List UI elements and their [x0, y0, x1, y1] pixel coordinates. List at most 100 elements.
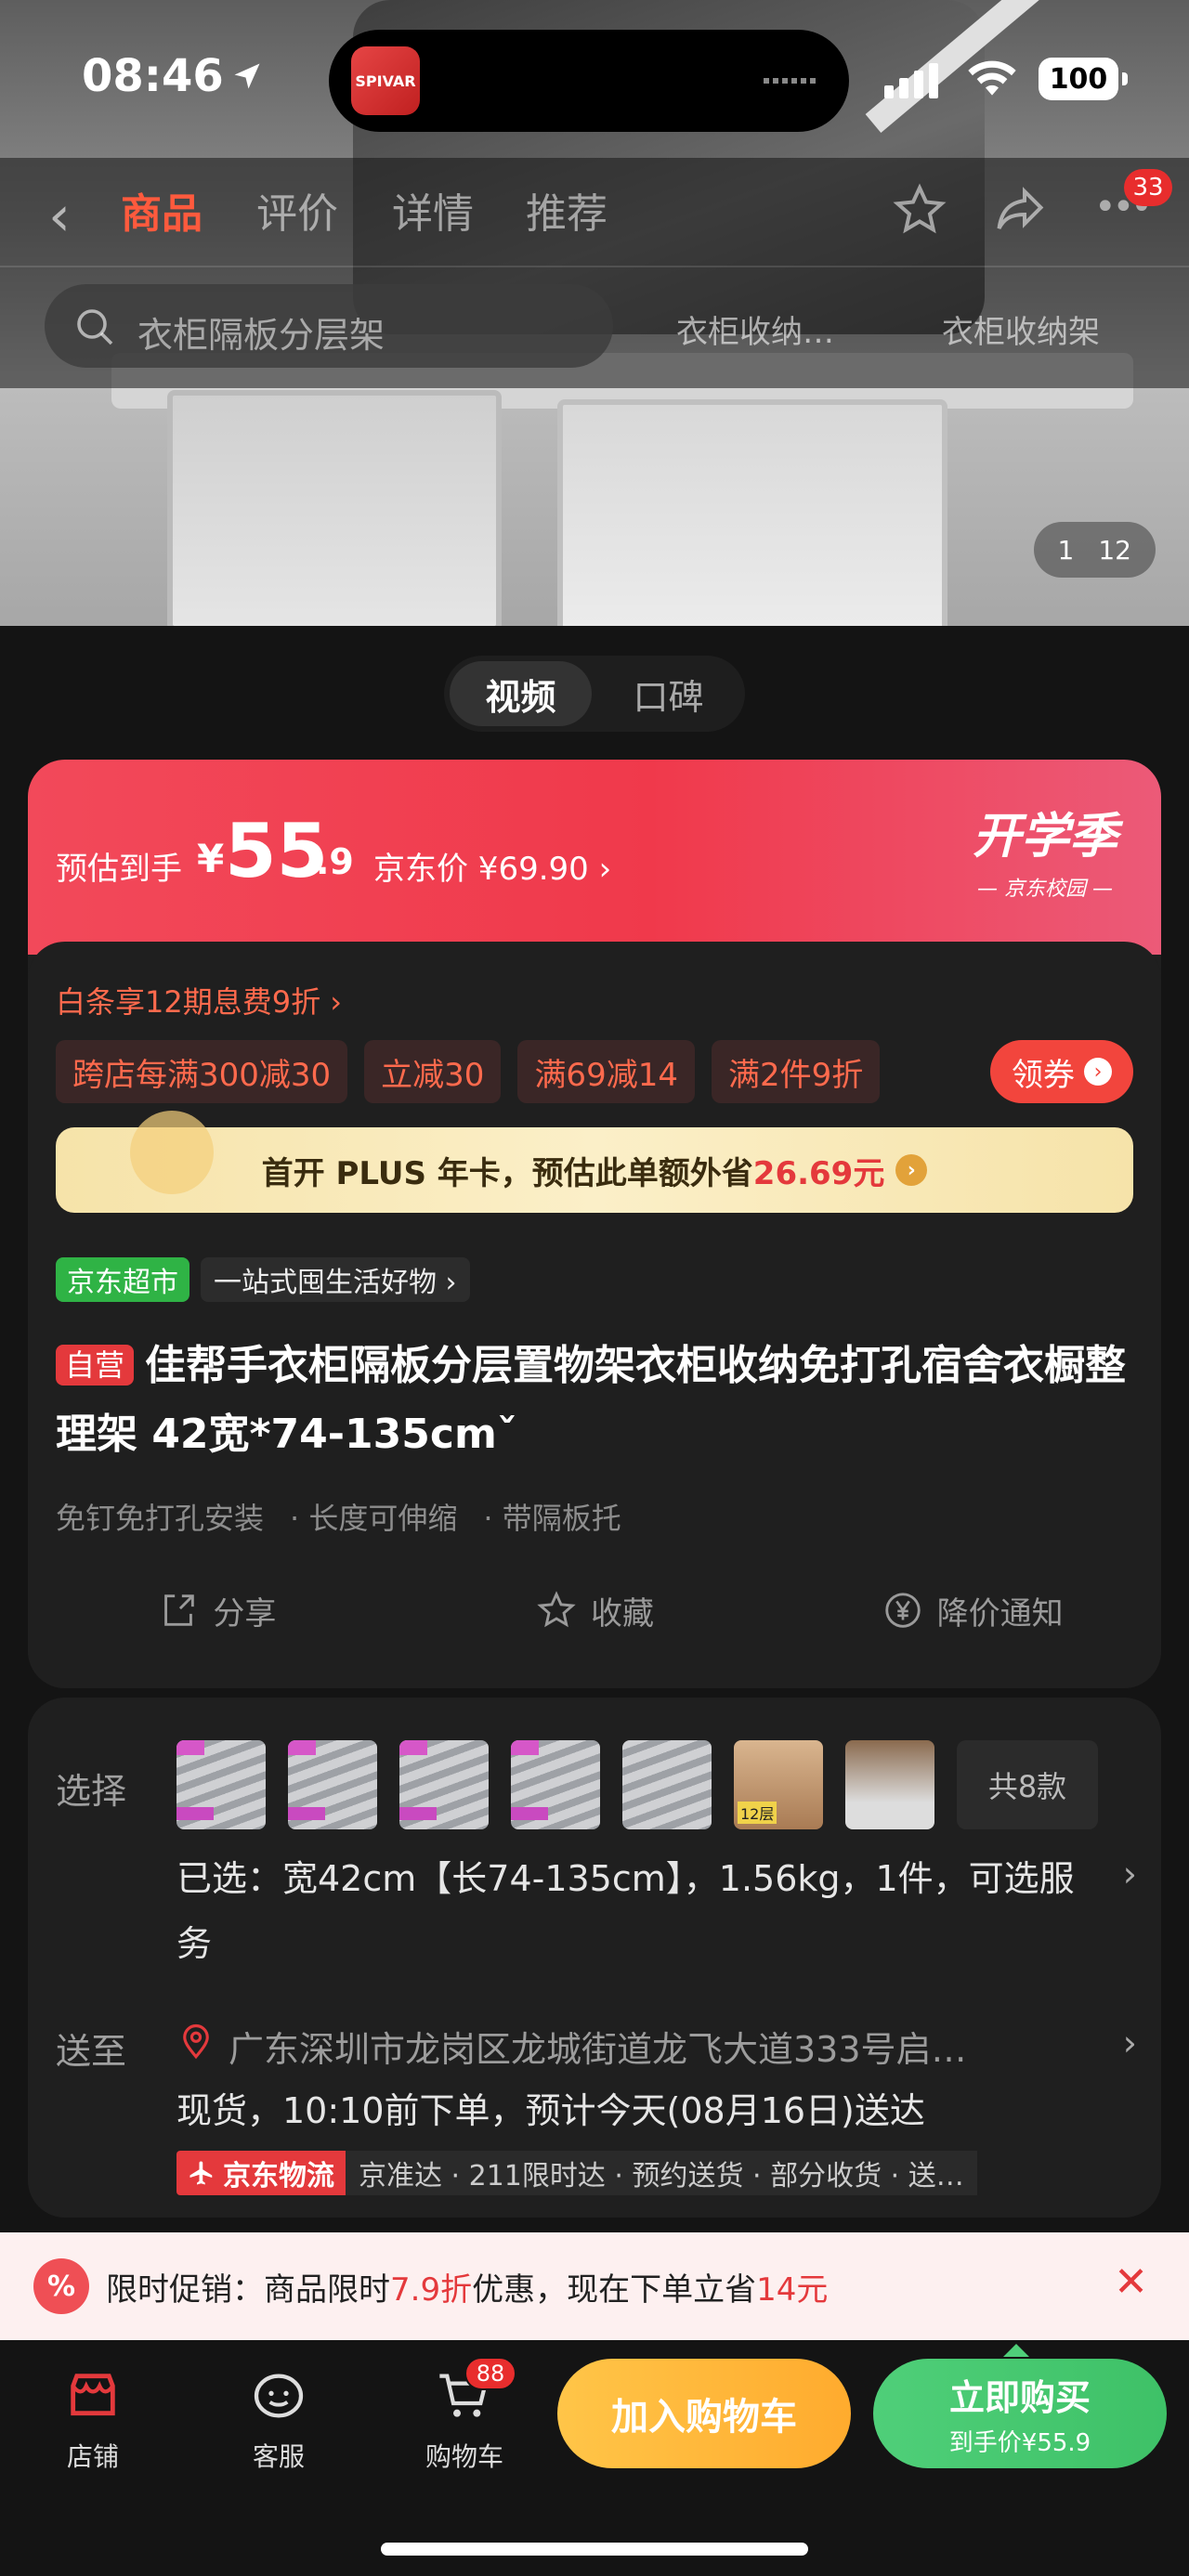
stock-status: 现货，10:10前下单，预计今天(08月16日)送达 [176, 2090, 925, 2131]
variant-thumbnail[interactable] [845, 1740, 934, 1829]
tab-product[interactable]: 商品 [121, 180, 203, 240]
favorite-button[interactable]: 收藏 [406, 1573, 784, 1647]
store-slogan: 一站式囤生活好物 › [201, 1257, 470, 1302]
tab-video[interactable]: 视频 [450, 661, 592, 726]
buy-now-price: 到手价¥55.9 [948, 2429, 1091, 2457]
add-to-cart-button[interactable]: 加入购物车 [557, 2359, 851, 2468]
hot-search-1[interactable]: 衣柜收纳… [676, 306, 834, 352]
variant-thumbnail[interactable] [176, 1740, 266, 1829]
variant-thumbnail[interactable] [399, 1740, 489, 1829]
image-counter: 1 12 [1033, 522, 1156, 578]
image-total: 12 [1098, 534, 1131, 566]
estimated-label: 预估到手 [56, 851, 182, 888]
cart-label: 购物车 [425, 2441, 503, 2472]
jd-logistics-label: 京东物流 [223, 2160, 334, 2192]
hero-drawer-right [557, 399, 947, 626]
discount-percent-icon: % [33, 2258, 89, 2314]
app-icon: SPIVAR [351, 46, 420, 115]
star-icon[interactable] [892, 182, 947, 238]
favorite-label: 收藏 [591, 1594, 654, 1633]
chevron-right-icon: › [895, 1154, 928, 1186]
store-tag: 京东超市 [56, 1257, 189, 1302]
shop-label: 店铺 [66, 2441, 119, 2472]
tab-details[interactable]: 详情 [392, 180, 474, 240]
hot-search-2[interactable]: 衣柜收纳架 [942, 306, 1100, 352]
tab-word-of-mouth[interactable]: 口碑 [597, 661, 739, 726]
variant-thumbnail[interactable] [511, 1740, 600, 1829]
location-pin-icon [183, 2023, 209, 2060]
customer-service-button[interactable]: 客服 [214, 2366, 344, 2474]
buy-now-button[interactable]: 立即购买 到手价¥55.9 [873, 2344, 1167, 2468]
price-card: 预估到手 ¥ 55 .9 京东价 ¥69.90 › 开学季 — 京东校园 — 白… [28, 760, 1161, 1688]
promo-bar[interactable]: % 限时促销：商品限时7.9折优惠，现在下单立省14元 ✕ [0, 2232, 1189, 2340]
ship-to-label: 送至 [56, 2031, 127, 2072]
promo-discount: 7.9折 [390, 2271, 473, 2309]
campaign-subtitle: — 京东校园 — [977, 878, 1113, 901]
address-text: 广东深圳市龙岗区龙城街道龙飞大道333号启… [229, 2029, 967, 2070]
shop-button[interactable]: 店铺 [28, 2366, 158, 2474]
moon-decoration-icon [130, 1111, 214, 1194]
share-arrow-icon[interactable] [992, 182, 1048, 238]
price-banner: 预估到手 ¥ 55 .9 京东价 ¥69.90 › 开学季 — 京东校园 — [28, 760, 1161, 955]
search-icon [77, 309, 113, 345]
discount-chip[interactable]: 满2件9折 [711, 1040, 881, 1103]
variant-thumbnail[interactable]: 12层 [734, 1740, 823, 1829]
airplane-icon [189, 2161, 213, 2185]
price-decimal: .9 [316, 841, 354, 882]
chevron-right-icon[interactable]: › [1123, 1854, 1137, 1894]
discount-chip[interactable]: 跨店每满300减30 [56, 1040, 348, 1103]
battery-icon: 100 [1039, 58, 1128, 100]
tab-recommend[interactable]: 推荐 [526, 180, 608, 240]
campaign-title: 开学季 [972, 809, 1117, 865]
promo-save: 14元 [756, 2271, 829, 2309]
feature-item: 免钉免打孔安装 [56, 1501, 265, 1536]
message-count-badge: 33 [1124, 169, 1172, 206]
close-icon[interactable]: ✕ [1114, 2258, 1148, 2306]
home-indicator [381, 2543, 808, 2556]
feature-item: · 带隔板托 [483, 1501, 621, 1536]
location-arrow-icon [234, 63, 260, 89]
campaign-logo: 开学季 — 京东校园 — [957, 797, 1133, 902]
jd-price-link[interactable]: 京东价 ¥69.90 › [373, 843, 611, 889]
share-button[interactable]: 分享 [28, 1573, 406, 1647]
promo-text: 限时促销：商品限时7.9折优惠，现在下单立省14元 [106, 2264, 828, 2309]
promo-text-a: 限时促销：商品限时 [106, 2271, 390, 2309]
discount-chip[interactable]: 满69减14 [517, 1040, 695, 1103]
variant-thumbnail[interactable] [288, 1740, 377, 1829]
plus-amount: 26.69元 [752, 1154, 885, 1192]
wifi-icon [968, 60, 1016, 96]
promo-text-b: 优惠，现在下单立省 [472, 2271, 757, 2309]
discount-chip[interactable]: 立减30 [364, 1040, 502, 1103]
price-alert-button[interactable]: 降价通知 [783, 1573, 1161, 1647]
search-bar[interactable]: 衣柜隔板分层架 [45, 284, 613, 368]
logistics-row: 京东物流 京准达 · 211限时达 · 预约送货 · 部分收货 · 送… [176, 2151, 977, 2195]
baitiao-offer[interactable]: 白条享12期息费9折 › [56, 979, 342, 1021]
dynamic-island: SPIVAR [329, 30, 849, 132]
price-currency: ¥ [197, 836, 225, 881]
self-operated-tag: 自营 [56, 1345, 135, 1386]
store-row[interactable]: 京东超市 一站式囤生活好物 › [56, 1257, 470, 1302]
price-alert-label: 降价通知 [936, 1594, 1064, 1633]
search-placeholder: 衣柜隔板分层架 [137, 315, 385, 356]
product-title: 自营 佳帮手衣柜隔板分层置物架衣柜收纳免打孔宿舍衣橱整理架 42宽*74-135c… [56, 1332, 1133, 1469]
status-time: 08:46 [82, 50, 224, 102]
activity-dots-icon [764, 78, 819, 84]
delivery-address[interactable]: 广东深圳市龙岗区龙城街道龙飞大道333号启… [176, 2021, 1105, 2072]
chevron-right-icon: › [1084, 1058, 1112, 1086]
tab-reviews[interactable]: 评价 [256, 180, 338, 240]
plus-banner[interactable]: 首开 PLUS 年卡，预估此单额外省 26.69元 › [56, 1111, 1133, 1213]
share-icon [164, 1594, 195, 1626]
chevron-right-icon[interactable]: › [1123, 2023, 1137, 2063]
back-chevron-icon[interactable]: ‹ [48, 184, 71, 249]
selected-spec[interactable]: 已选：宽42cm【长74-135cm】，1.56kg，1件，可选服务 [176, 1846, 1105, 1976]
get-coupon-button[interactable]: 领券 › [990, 1040, 1133, 1103]
status-bar: 08:46 SPIVAR 100 [0, 0, 1189, 158]
variant-thumbnail[interactable] [622, 1740, 712, 1829]
store-icon [71, 2374, 115, 2416]
bottom-action-bar: 店铺 客服 购物车 88 加入购物车 立即购买 到手价¥55.9 [0, 2340, 1189, 2576]
cellular-signal-icon [884, 61, 940, 98]
nav-divider [0, 266, 1189, 267]
expand-chevron-icon[interactable]: ˇ [497, 1411, 517, 1458]
variant-total[interactable]: 共8款 [957, 1740, 1098, 1829]
variant-thumbnails: 12层 共8款 [176, 1740, 1098, 1829]
